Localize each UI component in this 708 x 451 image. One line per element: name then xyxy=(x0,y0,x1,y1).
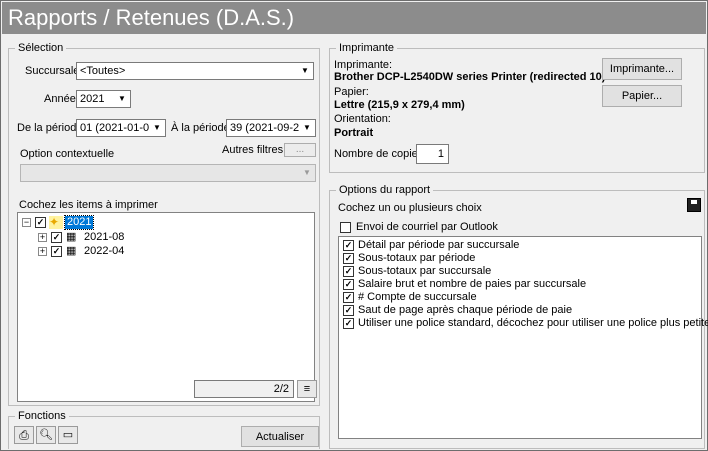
option-label[interactable]: Saut de page après chaque période de pai… xyxy=(358,304,572,317)
tree-item-label[interactable]: 2022-04 xyxy=(84,245,124,258)
option-label[interactable]: # Compte de succursale xyxy=(358,291,477,304)
annee-select[interactable]: 2021 ▼ xyxy=(76,90,131,108)
option-contextuelle-label: Option contextuelle xyxy=(20,148,115,160)
option-checkbox[interactable]: ✓ xyxy=(343,279,354,290)
imprimante-group-label: Imprimante xyxy=(336,42,398,54)
chevron-down-icon[interactable]: ▼ xyxy=(299,120,315,136)
option-checkbox[interactable]: ✓ xyxy=(343,305,354,316)
succursale-select[interactable]: <Toutes> ▼ xyxy=(76,62,314,80)
fonctions-group-label: Fonctions xyxy=(15,410,69,422)
option-checkbox[interactable]: ✓ xyxy=(343,253,354,264)
items-counter: 2/2 xyxy=(194,380,294,398)
autres-filtres-button[interactable]: ... xyxy=(284,143,316,157)
tree-item-checkbox[interactable]: ✓ xyxy=(51,232,62,243)
tree-item-label[interactable]: 2021-08 xyxy=(84,231,124,244)
expand-icon[interactable]: + xyxy=(38,233,47,242)
copies-label: Nombre de copies: xyxy=(334,148,427,160)
chevron-down-icon[interactable]: ▼ xyxy=(114,91,130,107)
autres-filtres-label: Autres filtres xyxy=(222,144,284,156)
selection-group: Sélection Succursale <Toutes> ▼ Année 20… xyxy=(8,42,320,406)
collapse-icon[interactable]: − xyxy=(22,218,31,227)
succursale-value: <Toutes> xyxy=(80,65,126,77)
periode-to-value: 39 (2021-09-25) xyxy=(230,122,309,134)
option-label[interactable]: Sous-totaux par succursale xyxy=(358,265,491,278)
expand-icon[interactable]: + xyxy=(38,247,47,256)
actualiser-button[interactable]: Actualiser xyxy=(241,426,319,447)
periode-from-label: De la période xyxy=(17,122,83,134)
options-list[interactable]: ✓ Détail par période par succursale ✓ So… xyxy=(338,236,708,439)
printer-value: Brother DCP-L2540DW series Printer (redi… xyxy=(334,71,606,83)
periode-to-label: À la période xyxy=(171,122,230,134)
grid-icon: ▦ xyxy=(66,231,77,243)
items-tree[interactable]: − ✓ ✦ 2021 + ✓ ▦ 2021-08 + ✓ ▦ 2022-04 xyxy=(17,212,315,402)
orientation-label: Orientation: xyxy=(334,113,391,125)
chevron-down-icon[interactable]: ▼ xyxy=(149,120,165,136)
option-label[interactable]: Utiliser une police standard, décochez p… xyxy=(358,317,708,330)
printer-label: Imprimante: xyxy=(334,59,393,71)
tree-root-checkbox[interactable]: ✓ xyxy=(35,217,46,228)
periode-from-value: 01 (2021-01-02) xyxy=(80,122,159,134)
export-icon[interactable]: ▭ xyxy=(58,426,78,444)
annee-label: Année xyxy=(44,93,76,105)
papier-value: Lettre (215,9 x 279,4 mm) xyxy=(334,99,465,111)
papier-button[interactable]: Papier... xyxy=(602,85,682,107)
option-label[interactable]: Salaire brut et nombre de paies par succ… xyxy=(358,278,586,291)
printer-button[interactable]: Imprimante... xyxy=(602,58,682,80)
chevron-down-icon[interactable]: ▼ xyxy=(297,63,313,79)
orientation-value: Portrait xyxy=(334,127,374,139)
annee-value: 2021 xyxy=(80,93,105,105)
option-checkbox[interactable]: ✓ xyxy=(343,292,354,303)
option-contextuelle-select[interactable]: ▼ xyxy=(20,164,316,182)
print-preview-icon[interactable]: 🔍︎ xyxy=(36,426,56,444)
tree-root-label[interactable]: 2021 xyxy=(63,215,95,230)
option-label[interactable]: Sous-totaux par période xyxy=(358,252,475,265)
grid-icon: ▦ xyxy=(66,245,77,257)
tree-item-checkbox[interactable]: ✓ xyxy=(51,246,62,257)
succursale-label: Succursale xyxy=(25,65,80,77)
tree-label: Cochez les items à imprimer xyxy=(19,199,158,211)
option-checkbox[interactable]: ✓ xyxy=(343,318,354,329)
option-checkbox[interactable]: ✓ xyxy=(343,240,354,251)
periode-to-select[interactable]: 39 (2021-09-25) ▼ xyxy=(226,119,316,137)
copies-input[interactable]: 1 xyxy=(416,144,449,164)
sort-icon[interactable]: ≡ xyxy=(297,380,317,398)
periode-from-select[interactable]: 01 (2021-01-02) ▼ xyxy=(76,119,166,137)
option-checkbox[interactable]: ✓ xyxy=(343,266,354,277)
options-hint: Cochez un ou plusieurs choix xyxy=(338,202,482,214)
selection-group-label: Sélection xyxy=(15,42,67,54)
save-icon-label-area xyxy=(691,200,697,204)
report-window: Rapports / Retenues (D.A.S.) Sélection S… xyxy=(0,0,708,451)
save-icon[interactable] xyxy=(687,198,701,212)
star-icon: ✦ xyxy=(49,216,63,229)
print-icon[interactable]: ⎙ xyxy=(14,426,34,444)
papier-label: Papier: xyxy=(334,86,369,98)
email-checkbox[interactable] xyxy=(340,222,351,233)
options-group-label: Options du rapport xyxy=(336,184,434,196)
chevron-down-icon[interactable]: ▼ xyxy=(299,165,315,181)
email-label[interactable]: Envoi de courriel par Outlook xyxy=(356,221,498,233)
window-title: Rapports / Retenues (D.A.S.) xyxy=(2,2,706,34)
imprimante-group: Imprimante Imprimante: Brother DCP-L2540… xyxy=(329,42,705,173)
option-label[interactable]: Détail par période par succursale xyxy=(358,239,519,252)
options-group: Options du rapport Cochez un ou plusieur… xyxy=(329,184,708,449)
